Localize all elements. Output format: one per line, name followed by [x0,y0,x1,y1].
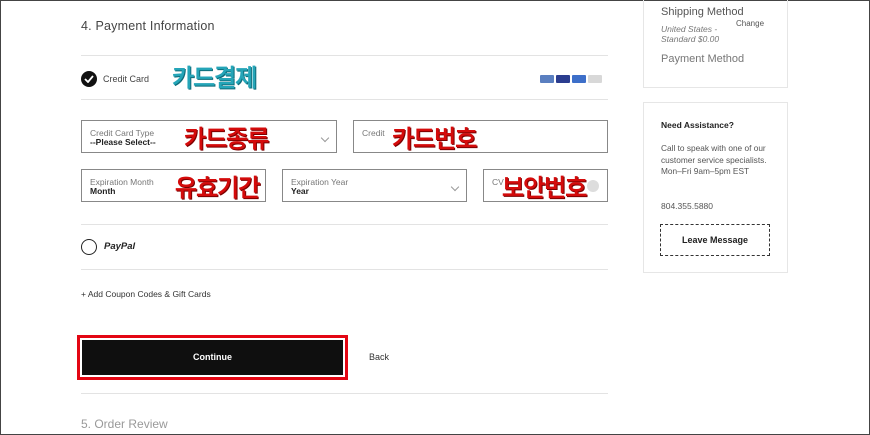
divider [81,269,608,270]
cvv-help-icon[interactable] [587,180,599,192]
continue-button[interactable]: Continue [82,340,343,375]
exp-year-value: Year [291,186,309,196]
card-logos-icon [540,75,602,83]
card-type-value: --Please Select-- [90,137,156,147]
card-logo-3 [572,75,586,83]
payment-section-title: 4. Payment Information [81,19,215,33]
back-link[interactable]: Back [369,352,389,362]
card-logo-1 [540,75,554,83]
checkmark-icon [84,75,94,83]
exp-year-select[interactable]: Expiration Year Year [282,169,467,202]
order-review-title: 5. Order Review [81,417,168,431]
add-coupon-link[interactable]: + Add Coupon Codes & Gift Cards [81,289,211,299]
expiration-annotation: 유효기간 [175,174,260,202]
credit-card-label: Credit Card [103,74,150,84]
chevron-down-icon [450,182,460,192]
card-logo-2 [556,75,570,83]
shipping-detail: United States - Standard $0.00 [661,24,720,44]
divider [81,393,608,394]
card-type-annotation: 카드종류 [184,125,269,153]
assistance-title: Need Assistance? [661,120,734,130]
chevron-down-icon [320,133,330,143]
assistance-body: Call to speak with one of our customer s… [661,143,767,176]
leave-message-button[interactable]: Leave Message [660,224,770,256]
assistance-phone[interactable]: 804.355.5880 [661,201,713,211]
divider [81,55,608,56]
credit-card-radio[interactable] [81,71,97,87]
exp-month-value: Month [90,186,116,196]
divider [81,99,608,100]
cvv-annotation: 보안번호 [502,174,587,202]
paypal-radio[interactable] [81,239,97,255]
card-number-label: Credit [362,128,385,138]
card-number-annotation: 카드번호 [392,125,477,153]
divider [81,224,608,225]
payment-method-title: Payment Method [661,53,745,65]
paypal-label: PayPal [104,241,136,252]
shipping-method-title: Shipping Method [661,6,744,18]
card-logo-4 [588,75,602,83]
credit-card-annotation: 카드결제 [172,64,257,92]
